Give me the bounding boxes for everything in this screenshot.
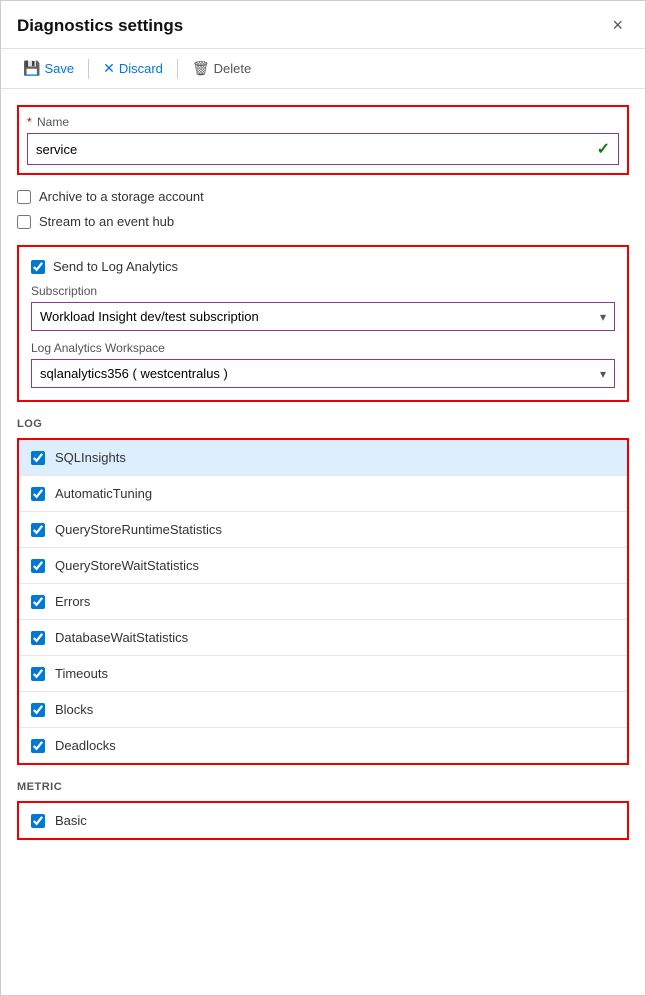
workspace-label: Log Analytics Workspace	[31, 341, 615, 355]
stream-checkbox[interactable]	[17, 215, 31, 229]
name-field-box: * Name ✓	[17, 105, 629, 175]
log-analytics-checkbox[interactable]	[31, 260, 45, 274]
metric-checkbox-basic[interactable]	[31, 814, 45, 828]
log-row: Errors	[19, 584, 627, 620]
log-checkbox-databasewaitstatistics[interactable]	[31, 631, 45, 645]
subscription-select[interactable]: Workload Insight dev/test subscription	[32, 303, 614, 330]
log-label-timeouts[interactable]: Timeouts	[55, 666, 108, 681]
required-star: *	[27, 115, 32, 129]
delete-button[interactable]: 🗑 Delete	[186, 57, 257, 80]
stream-label[interactable]: Stream to an event hub	[39, 214, 174, 229]
discard-label: Discard	[119, 61, 163, 76]
close-button[interactable]: ×	[606, 13, 629, 38]
log-checkbox-sqlinsights[interactable]	[31, 451, 45, 465]
metric-label-basic[interactable]: Basic	[55, 813, 87, 828]
log-label-deadlocks[interactable]: Deadlocks	[55, 738, 116, 753]
log-row: DatabaseWaitStatistics	[19, 620, 627, 656]
archive-label[interactable]: Archive to a storage account	[39, 189, 204, 204]
log-label-querystoreruntimestatistics[interactable]: QueryStoreRuntimeStatistics	[55, 522, 222, 537]
log-checkbox-querystoreruntimestatistics[interactable]	[31, 523, 45, 537]
metric-table: Basic	[17, 801, 629, 840]
log-section-label: LOG	[17, 418, 629, 430]
delete-label: Delete	[214, 61, 252, 76]
subscription-label: Subscription	[31, 284, 615, 298]
log-row: QueryStoreRuntimeStatistics	[19, 512, 627, 548]
name-input-wrapper: ✓	[27, 133, 619, 165]
log-label-sqlinsights[interactable]: SQLInsights	[55, 450, 126, 465]
log-label-errors[interactable]: Errors	[55, 594, 90, 609]
log-checkbox-errors[interactable]	[31, 595, 45, 609]
log-label-blocks[interactable]: Blocks	[55, 702, 93, 717]
log-row: Deadlocks	[19, 728, 627, 763]
log-checkbox-timeouts[interactable]	[31, 667, 45, 681]
log-row: Blocks	[19, 692, 627, 728]
log-checkbox-deadlocks[interactable]	[31, 739, 45, 753]
log-analytics-label[interactable]: Send to Log Analytics	[53, 259, 178, 274]
save-button[interactable]: 💾 Save	[17, 57, 80, 80]
save-icon: 💾	[23, 60, 40, 77]
log-row: Timeouts	[19, 656, 627, 692]
workspace-select-wrapper: sqlanalytics356 ( westcentralus ) ▾	[31, 359, 615, 388]
panel-title: Diagnostics settings	[17, 16, 183, 36]
name-input[interactable]	[36, 142, 597, 157]
archive-checkbox-row: Archive to a storage account	[17, 189, 629, 204]
discard-button[interactable]: ✕ Discard	[97, 57, 169, 80]
archive-checkbox[interactable]	[17, 190, 31, 204]
log-label-databasewaitstatistics[interactable]: DatabaseWaitStatistics	[55, 630, 188, 645]
toolbar: 💾 Save ✕ Discard 🗑 Delete	[1, 49, 645, 89]
stream-checkbox-row: Stream to an event hub	[17, 214, 629, 229]
save-label: Save	[44, 61, 74, 76]
checkmark-icon: ✓	[597, 139, 610, 159]
toolbar-separator-2	[177, 59, 178, 79]
log-analytics-box: Send to Log Analytics Subscription Workl…	[17, 245, 629, 402]
delete-icon: 🗑	[192, 60, 210, 77]
name-label: * Name	[27, 115, 619, 129]
log-checkbox-blocks[interactable]	[31, 703, 45, 717]
log-label-automatictuning[interactable]: AutomaticTuning	[55, 486, 152, 501]
log-table: SQLInsights AutomaticTuning QueryStoreRunt…	[17, 438, 629, 765]
log-label-querystorewaitstatistics[interactable]: QueryStoreWaitStatistics	[55, 558, 199, 573]
log-row: QueryStoreWaitStatistics	[19, 548, 627, 584]
log-analytics-checkbox-row: Send to Log Analytics	[31, 259, 615, 274]
log-checkbox-automatictuning[interactable]	[31, 487, 45, 501]
log-row: SQLInsights	[19, 440, 627, 476]
metric-row: Basic	[19, 803, 627, 838]
toolbar-separator	[88, 59, 89, 79]
metric-section-label: METRIC	[17, 781, 629, 793]
discard-icon: ✕	[103, 60, 115, 77]
subscription-select-wrapper: Workload Insight dev/test subscription ▾	[31, 302, 615, 331]
log-row: AutomaticTuning	[19, 476, 627, 512]
workspace-select[interactable]: sqlanalytics356 ( westcentralus )	[32, 360, 614, 387]
log-checkbox-querystorewaitstatistics[interactable]	[31, 559, 45, 573]
